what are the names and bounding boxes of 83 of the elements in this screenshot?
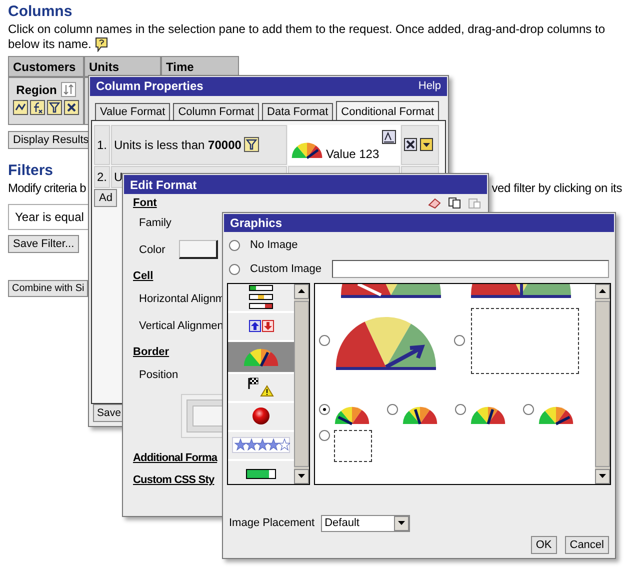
column-header[interactable]: Units xyxy=(84,56,161,77)
empty-image-placeholder[interactable] xyxy=(334,430,372,462)
image-url-field[interactable] xyxy=(332,260,609,278)
add-button[interactable]: Ad xyxy=(94,188,118,207)
scroll-down-icon[interactable] xyxy=(298,474,305,478)
sort-icon[interactable] xyxy=(60,82,76,97)
description-text: Modify criteria b xyxy=(8,181,86,196)
scrollbar[interactable] xyxy=(595,284,610,484)
radio-button[interactable] xyxy=(455,404,466,415)
eraser-icon[interactable] xyxy=(428,197,442,209)
tab[interactable]: Column Format xyxy=(173,102,260,120)
column-header[interactable]: Time xyxy=(161,56,239,77)
field-label: Image Placement xyxy=(229,517,315,530)
edit-format-icon[interactable] xyxy=(382,130,396,144)
tab[interactable]: Value Format xyxy=(95,102,170,120)
filter-icon[interactable] xyxy=(244,137,260,152)
save-filter-button[interactable]: Save Filter... xyxy=(8,235,80,253)
bar-indicators-icon xyxy=(249,285,273,310)
field-label: Color xyxy=(139,244,166,256)
row-number: 1. xyxy=(94,124,110,165)
ball-icon xyxy=(252,407,270,426)
field-label: Position xyxy=(139,368,178,380)
format-icon[interactable] xyxy=(13,100,28,115)
section-heading: Filters xyxy=(8,162,54,180)
ok-button[interactable]: OK xyxy=(530,536,557,554)
scroll-down-icon[interactable] xyxy=(599,474,606,478)
tab[interactable]: Data Format xyxy=(262,102,334,120)
radio-button[interactable] xyxy=(319,430,330,441)
option-label: Custom Image xyxy=(250,263,322,276)
tab[interactable]: Conditional Format xyxy=(336,100,440,120)
description-text: ved filter by clicking on its xyxy=(492,181,622,196)
scroll-up-icon[interactable] xyxy=(298,289,305,294)
radio-button[interactable] xyxy=(454,335,465,346)
radio-button[interactable] xyxy=(523,404,534,415)
description-text: below its name. xyxy=(8,37,92,52)
image-category-item[interactable] xyxy=(228,284,294,313)
section-heading: Font xyxy=(133,197,157,209)
section-heading: Columns xyxy=(8,3,72,21)
section-link[interactable]: Custom CSS Sty xyxy=(133,474,214,486)
radio-button[interactable] xyxy=(319,335,330,346)
delete-icon[interactable] xyxy=(404,138,417,152)
up-down-arrows-icon xyxy=(248,320,274,332)
description-text: Click on column names in the selection pane to add them to the request. Once added, drag-and-drop columns to xyxy=(8,22,606,37)
empty-image-placeholder[interactable] xyxy=(471,308,579,374)
help-icon[interactable] xyxy=(95,37,108,52)
save-button[interactable]: Save xyxy=(93,404,125,422)
radio-button[interactable] xyxy=(319,404,330,415)
preview-text: Value 123 xyxy=(326,146,380,161)
section-heading: Cell xyxy=(133,270,154,282)
border-position-picker[interactable] xyxy=(181,394,225,438)
progress-bar-icon xyxy=(246,469,276,480)
dropdown-icon[interactable] xyxy=(420,138,433,152)
radio-button[interactable] xyxy=(387,404,398,415)
cancel-button[interactable]: Cancel xyxy=(564,536,609,554)
scrollbar[interactable] xyxy=(294,284,309,484)
section-heading: Border xyxy=(133,346,170,358)
option-label: No Image xyxy=(250,239,298,252)
copy-icon[interactable] xyxy=(448,197,462,209)
help-link[interactable]: Help xyxy=(418,80,441,92)
window-title: Column Properties xyxy=(96,79,204,94)
delete-icon[interactable] xyxy=(64,100,79,115)
row-number: 2. xyxy=(94,166,110,188)
window-title: Graphics xyxy=(230,216,282,230)
section-link[interactable]: Additional Forma xyxy=(133,452,218,464)
field-label: Vertical Alignmen xyxy=(139,320,224,332)
combine-button[interactable]: Combine with Si xyxy=(8,280,88,297)
formula-icon[interactable] xyxy=(30,100,45,115)
window-title: Edit Format xyxy=(130,178,197,192)
flag-and-warning-icon xyxy=(248,377,274,398)
column-label[interactable]: Region xyxy=(16,82,57,96)
image-placement-select[interactable]: Default xyxy=(320,514,410,532)
condition-text: U xyxy=(114,170,123,184)
column-header[interactable]: Customers xyxy=(8,56,84,77)
color-swatch[interactable] xyxy=(179,240,218,259)
radio-button[interactable] xyxy=(229,264,240,275)
condition-text: Units is less than 70000 xyxy=(114,138,242,152)
star-rating-icon xyxy=(232,437,290,454)
scroll-up-icon[interactable] xyxy=(599,289,606,294)
filter-icon[interactable] xyxy=(47,100,62,115)
dropdown-icon[interactable] xyxy=(398,521,405,526)
field-label: Family xyxy=(139,216,172,228)
radio-button[interactable] xyxy=(229,240,240,251)
image-category-item[interactable] xyxy=(228,342,294,374)
